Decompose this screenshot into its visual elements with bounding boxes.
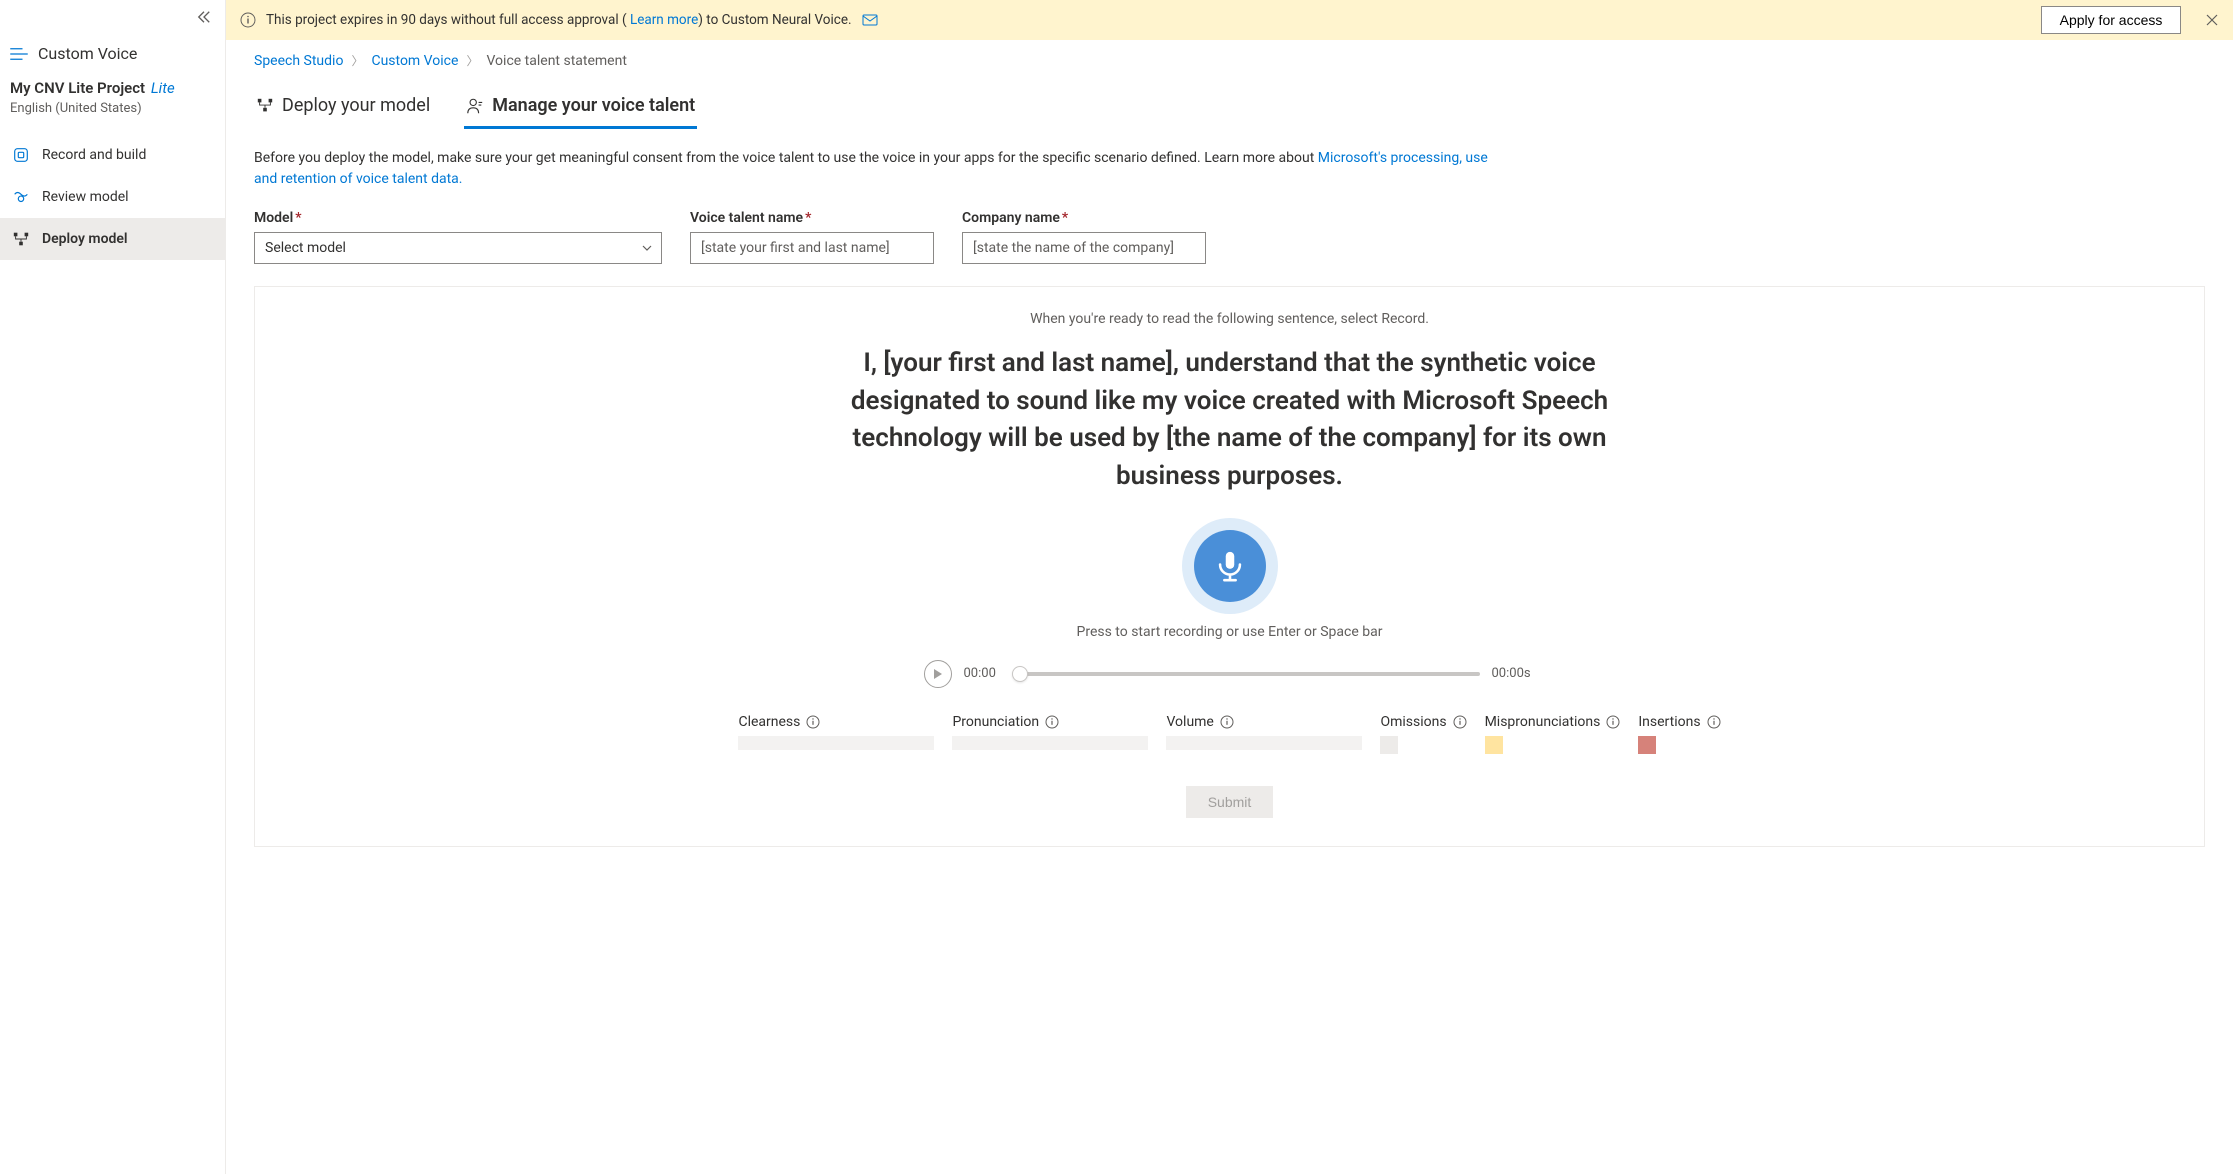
info-icon[interactable] (806, 715, 820, 729)
review-icon (12, 188, 30, 206)
info-icon[interactable] (1453, 715, 1467, 729)
sidebar-item-deploy[interactable]: Deploy model (0, 218, 225, 260)
swatch-grey (1380, 736, 1398, 754)
project-block: My CNV Lite Project Lite English (United… (0, 75, 225, 134)
model-field: Model* Select model (254, 210, 662, 264)
company-name-label: Company name* (962, 210, 1206, 226)
chevron-right-icon: 〉 (466, 52, 478, 69)
mic-button-outer (1182, 518, 1278, 614)
chevron-right-icon: 〉 (351, 52, 363, 69)
sidebar-app-label: Custom Voice (38, 44, 137, 63)
access-banner: This project expires in 90 days without … (226, 0, 2233, 40)
metric-bar (738, 736, 934, 750)
breadcrumb-link-custom-voice[interactable]: Custom Voice (371, 53, 458, 69)
quality-metrics: Clearness Pronunciation Volume (295, 714, 2164, 754)
tab-label: Manage your voice talent (492, 95, 695, 116)
record-hint: Press to start recording or use Enter or… (295, 624, 2164, 640)
banner-learn-more-link[interactable]: Learn more (630, 12, 698, 28)
record-instruction: When you're ready to read the following … (295, 311, 2164, 327)
metric-bar (952, 736, 1148, 750)
tab-manage-talent[interactable]: Manage your voice talent (464, 89, 697, 129)
metric-clearness: Clearness (738, 714, 934, 754)
chevron-down-icon (641, 242, 653, 254)
info-icon[interactable] (1045, 715, 1059, 729)
talent-name-field: Voice talent name* (690, 210, 934, 264)
info-icon (240, 12, 256, 28)
talent-name-label: Voice talent name* (690, 210, 934, 226)
breadcrumb-current: Voice talent statement (486, 53, 626, 69)
tab-deploy-model[interactable]: Deploy your model (254, 89, 432, 129)
info-icon[interactable] (1606, 715, 1620, 729)
close-icon[interactable] (2205, 13, 2219, 27)
time-current: 00:00 (964, 666, 1008, 681)
sidebar-item-review[interactable]: Review model (0, 176, 225, 218)
play-icon (933, 669, 943, 679)
microphone-icon (1213, 549, 1247, 583)
swatch-yellow (1485, 736, 1503, 754)
project-badge: Lite (151, 79, 175, 97)
sidebar: Custom Voice My CNV Lite Project Lite En… (0, 0, 226, 1174)
breadcrumb: Speech Studio 〉 Custom Voice 〉 Voice tal… (254, 52, 2205, 69)
seek-thumb[interactable] (1012, 666, 1028, 682)
seek-track[interactable] (1020, 672, 1480, 676)
talent-name-input[interactable] (690, 232, 934, 264)
info-icon[interactable] (1707, 715, 1721, 729)
metric-insertions: Insertions (1638, 714, 1720, 754)
metric-bar (1166, 736, 1362, 750)
record-button[interactable] (1194, 530, 1266, 602)
company-name-field: Company name* (962, 210, 1206, 264)
sidebar-collapse-button[interactable] (0, 0, 225, 28)
record-icon (12, 146, 30, 164)
menu-icon (10, 47, 28, 61)
metric-mispronunciations: Mispronunciations (1485, 714, 1621, 754)
sidebar-item-label: Deploy model (42, 231, 128, 247)
model-select[interactable]: Select model (254, 232, 662, 264)
sidebar-item-record[interactable]: Record and build (0, 134, 225, 176)
main-content: This project expires in 90 days without … (226, 0, 2233, 1174)
record-panel: When you're ready to read the following … (254, 286, 2205, 847)
banner-text: This project expires in 90 days without … (266, 12, 852, 28)
person-icon (466, 97, 484, 115)
sidebar-app-name[interactable]: Custom Voice (0, 28, 225, 75)
metric-pronunciation: Pronunciation (952, 714, 1148, 754)
metric-volume: Volume (1166, 714, 1362, 754)
submit-button[interactable]: Submit (1186, 786, 1274, 818)
intro-text: Before you deploy the model, make sure y… (254, 148, 1494, 190)
sidebar-item-label: Review model (42, 189, 129, 205)
deploy-icon (256, 97, 274, 115)
tab-label: Deploy your model (282, 95, 430, 116)
deploy-icon (12, 230, 30, 248)
consent-statement: I, [your first and last name], understan… (840, 345, 1620, 496)
mail-icon[interactable] (862, 12, 878, 28)
tabs: Deploy your model Manage your voice tale… (254, 89, 2205, 130)
metric-omissions: Omissions (1380, 714, 1466, 754)
apply-for-access-button[interactable]: Apply for access (2041, 6, 2181, 34)
sidebar-item-label: Record and build (42, 147, 146, 163)
project-name: My CNV Lite Project Lite (10, 79, 215, 97)
breadcrumb-link-speech-studio[interactable]: Speech Studio (254, 53, 343, 69)
info-icon[interactable] (1220, 715, 1234, 729)
model-label: Model* (254, 210, 662, 226)
chevron-double-left-icon (197, 10, 211, 24)
project-language: English (United States) (10, 101, 215, 116)
swatch-red (1638, 736, 1656, 754)
form-row: Model* Select model Voice talent name* C… (254, 210, 2205, 264)
company-name-input[interactable] (962, 232, 1206, 264)
play-button[interactable] (924, 660, 952, 688)
time-total: 00:00s (1492, 666, 1536, 681)
audio-player: 00:00 00:00s (295, 660, 2164, 688)
